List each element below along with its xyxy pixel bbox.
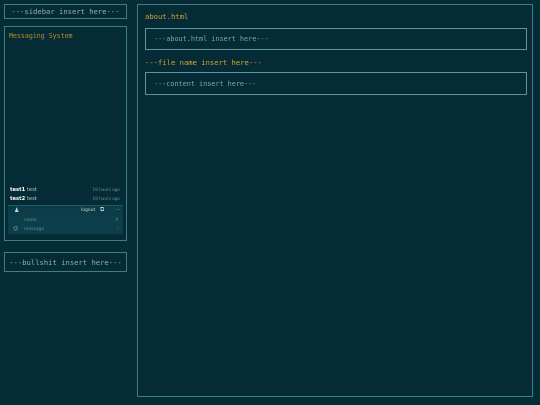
- clear-icon[interactable]: ×: [115, 217, 119, 223]
- chat-toolbar: ♟ logout ⧉ —: [8, 205, 123, 216]
- about-placeholder-text: ---about.html insert here---: [154, 35, 269, 43]
- logout-button[interactable]: logout: [81, 208, 95, 213]
- popout-icon[interactable]: ⧉: [100, 206, 104, 214]
- chat-message: test1 test 19 hours ago: [10, 187, 120, 193]
- sidebar-header-text: ---sidebar insert here---: [11, 7, 120, 16]
- chat-message-user: test1: [10, 187, 26, 193]
- name-input[interactable]: name ×: [8, 216, 123, 225]
- messaging-panel: Messaging System test1 test 19 hours ago…: [4, 26, 127, 241]
- main-panel: about.html ---about.html insert here--- …: [137, 4, 533, 397]
- send-icon[interactable]: ›: [117, 226, 119, 232]
- message-input[interactable]: ☺ message ›: [8, 225, 123, 234]
- chat-message-time: 19 hours ago: [92, 187, 120, 192]
- content-placeholder-box: ---content insert here---: [145, 72, 527, 95]
- chat-message-user: test2: [10, 196, 26, 202]
- sidebar-header-box: ---sidebar insert here---: [4, 4, 127, 19]
- user-icon: ♟: [14, 207, 20, 214]
- chat-message-text: test: [26, 196, 37, 202]
- close-icon[interactable]: —: [116, 207, 121, 213]
- file-name-label: ---file name insert here---: [145, 58, 262, 67]
- emoji-icon[interactable]: ☺: [13, 226, 18, 232]
- sidebar-footer-box: ---bullshit insert here---: [4, 252, 127, 272]
- messaging-title: Messaging System: [9, 32, 73, 40]
- chat-message-time: 19 hours ago: [92, 196, 120, 201]
- chat-message: test2 test 19 hours ago: [10, 196, 120, 202]
- message-input-placeholder: message: [24, 227, 45, 232]
- content-placeholder-text: ---content insert here---: [154, 79, 257, 88]
- sidebar-footer-text: ---bullshit insert here---: [9, 257, 122, 267]
- chat-message-text: test: [26, 187, 37, 193]
- about-placeholder-box: ---about.html insert here---: [145, 28, 527, 50]
- page-title: about.html: [145, 12, 189, 21]
- name-input-placeholder: name: [24, 218, 37, 223]
